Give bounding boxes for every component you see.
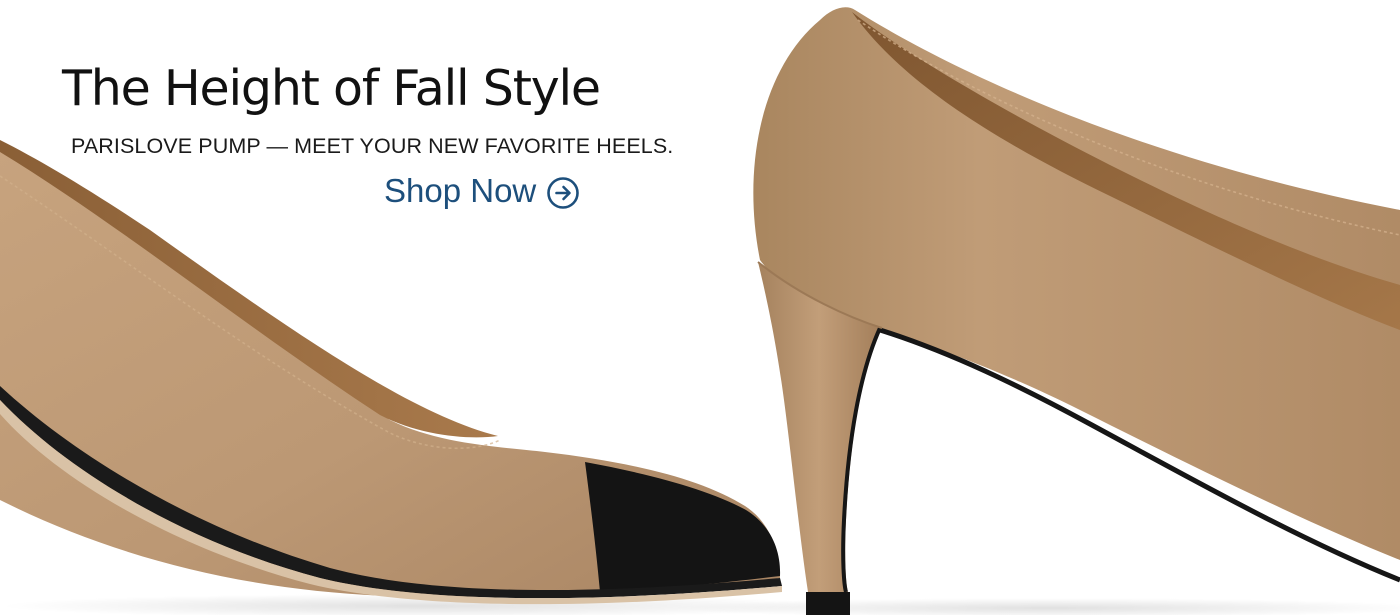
hero-banner[interactable]: The Height of Fall Style PARISLOVE PUMP … xyxy=(0,0,1400,615)
arrow-circle-right-icon xyxy=(546,176,580,210)
hero-subheadline: PARISLOVE PUMP — MEET YOUR NEW FAVORITE … xyxy=(71,134,674,158)
hero-headline: The Height of Fall Style xyxy=(62,60,601,117)
shop-now-link[interactable]: Shop Now xyxy=(384,172,580,210)
shop-now-label: Shop Now xyxy=(384,172,537,209)
